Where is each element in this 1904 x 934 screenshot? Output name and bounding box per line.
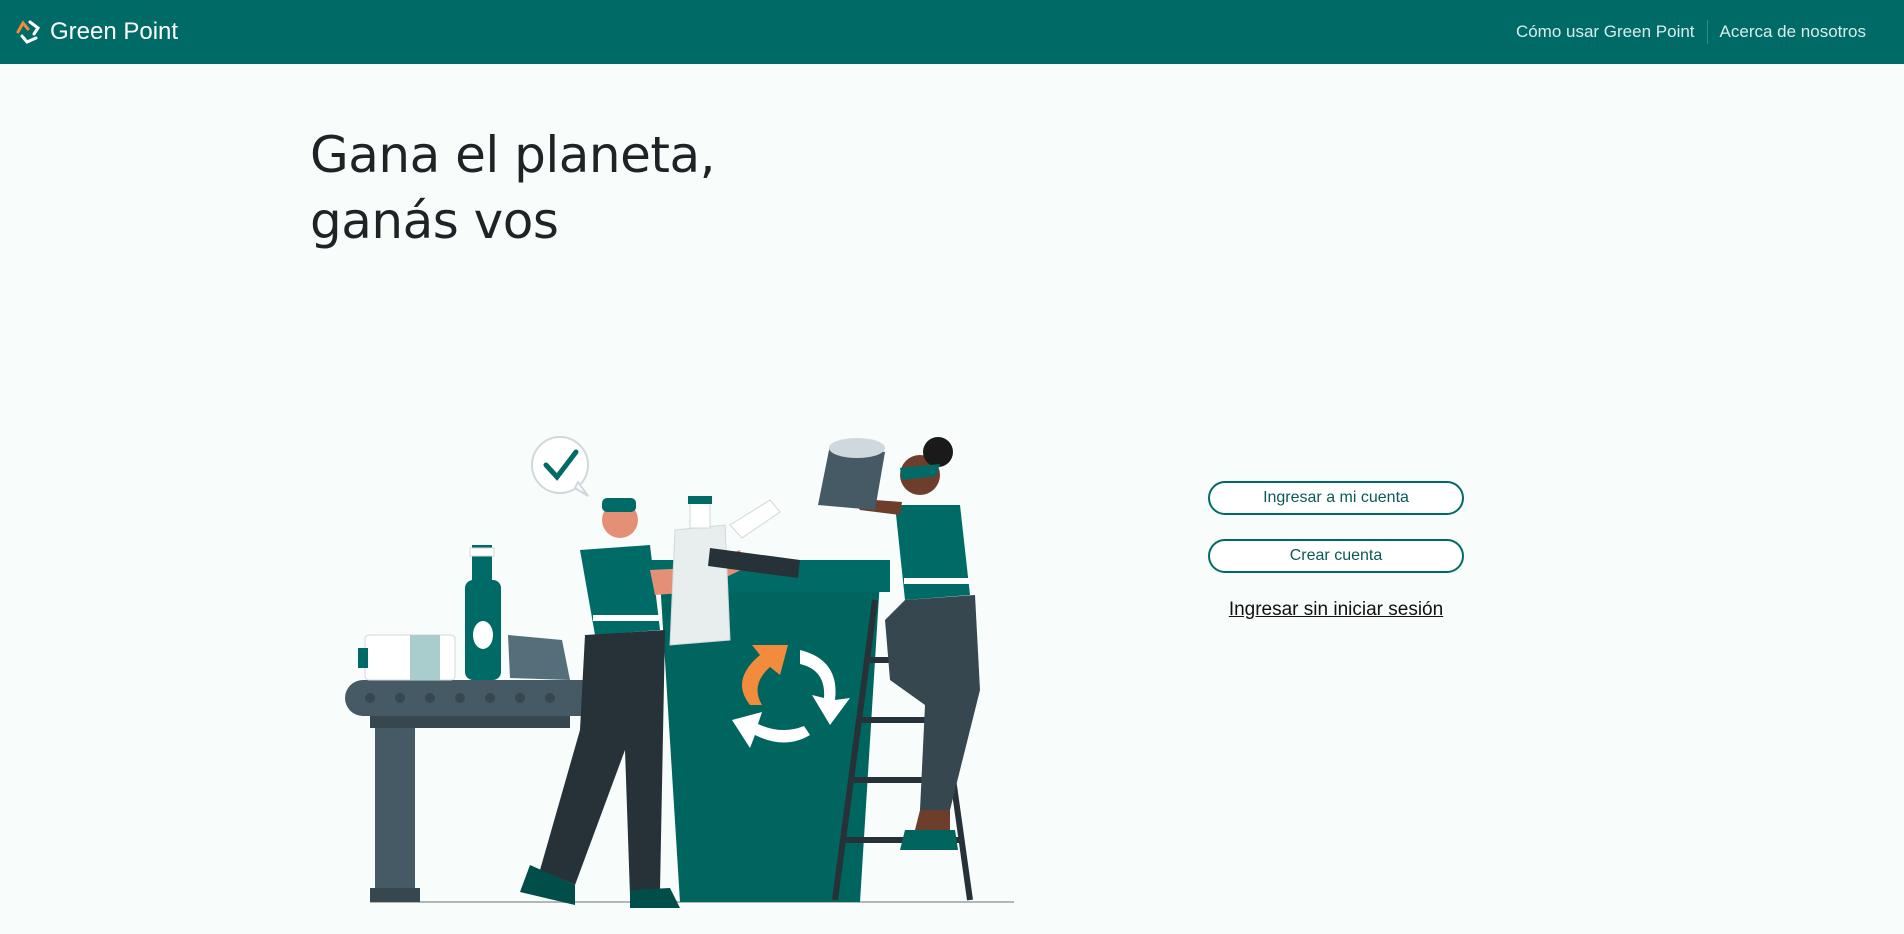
nav-link-how-to-use[interactable]: Cómo usar Green Point [1504, 22, 1707, 42]
hero-title-line-2: ganás vos [310, 192, 559, 250]
recycling-people-illustration [345, 436, 1014, 908]
create-account-button[interactable]: Crear cuenta [1208, 539, 1464, 573]
hero-title: Gana el planeta, ganás vos [310, 122, 716, 254]
nav-links: Cómo usar Green Point Acerca de nosotros [1504, 0, 1878, 64]
recycle-logo-icon [16, 20, 41, 44]
brand-name: Green Point [50, 18, 179, 45]
brand-link[interactable]: Green Point [14, 18, 178, 46]
hero-title-line-1: Gana el planeta, [310, 126, 716, 184]
login-button[interactable]: Ingresar a mi cuenta [1208, 481, 1464, 515]
auth-actions: Ingresar a mi cuenta Crear cuenta Ingres… [1208, 481, 1464, 621]
top-navbar: Green Point Cómo usar Green Point Acerca… [0, 0, 1904, 64]
nav-link-about-us[interactable]: Acerca de nosotros [1708, 22, 1878, 42]
guest-login-link[interactable]: Ingresar sin iniciar sesión [1229, 599, 1443, 621]
